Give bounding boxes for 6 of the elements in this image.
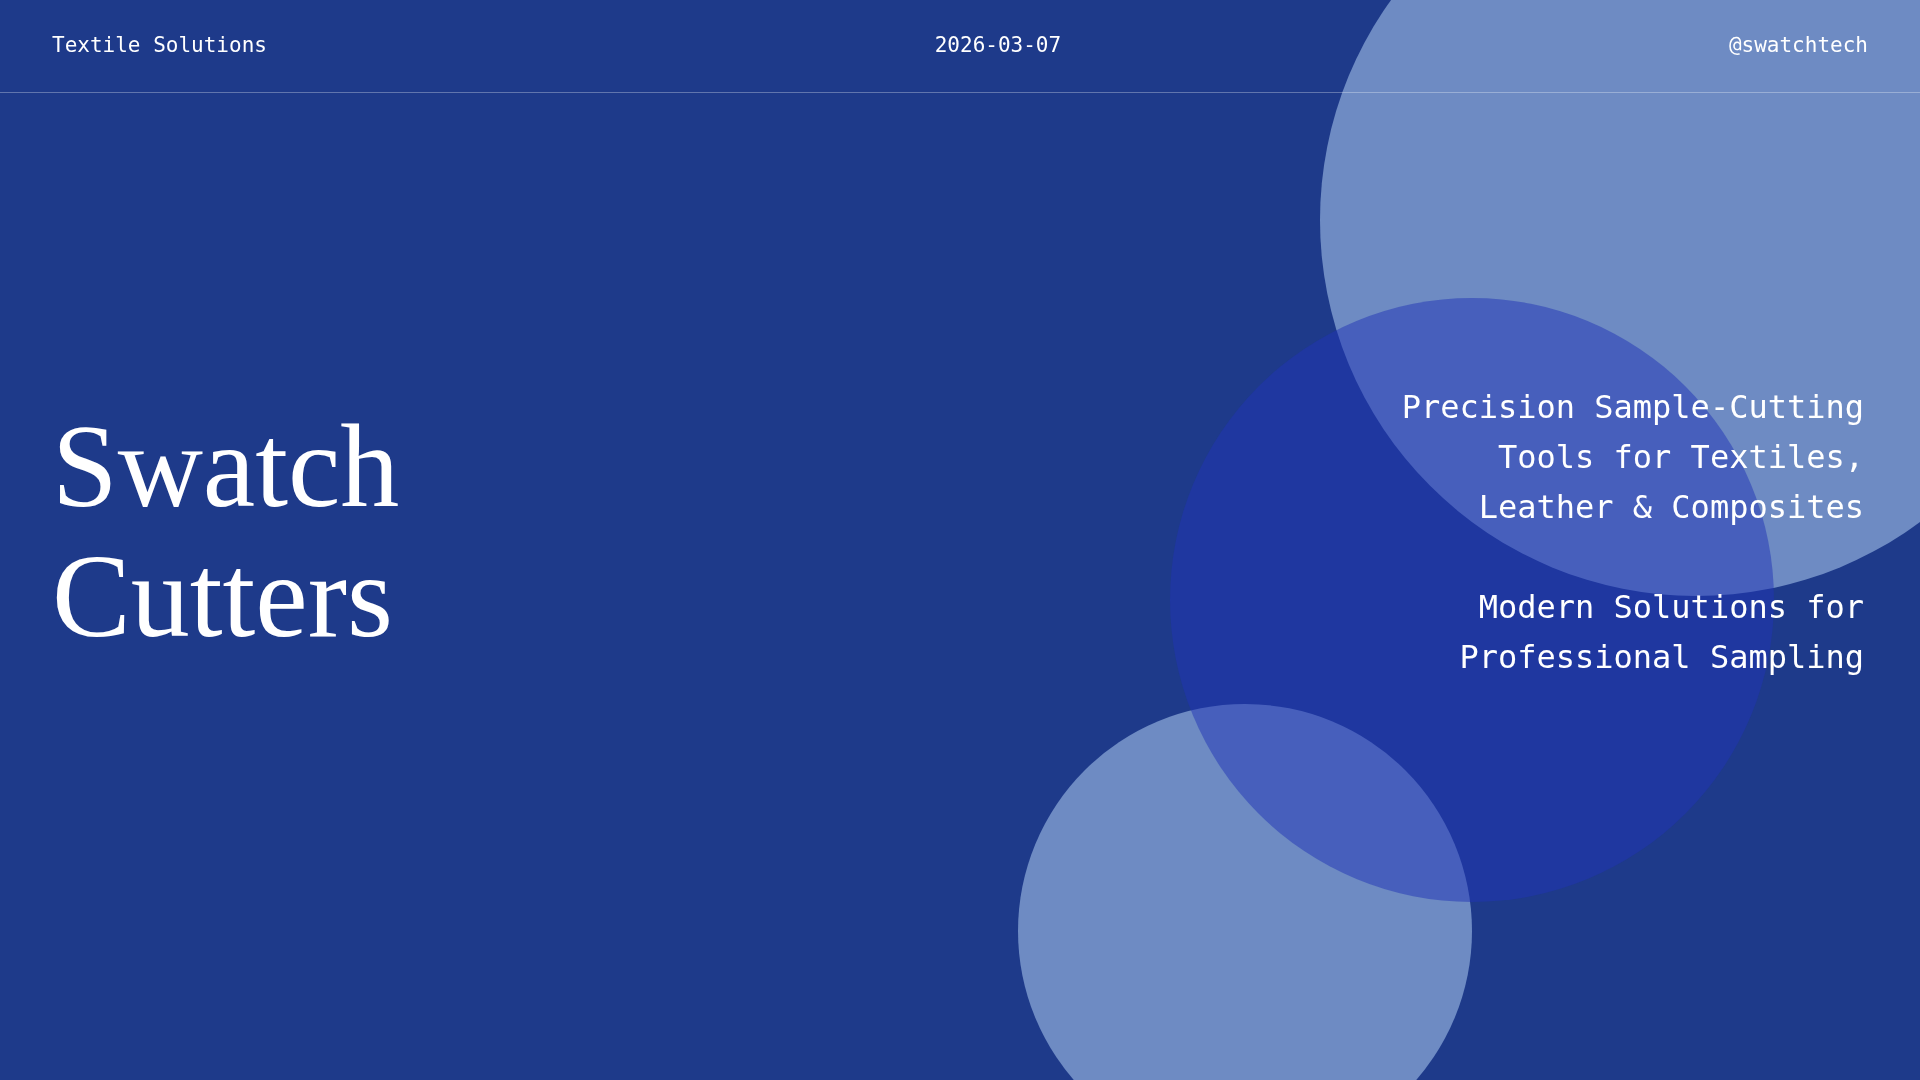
date-text: 2026-03-07 <box>934 32 1062 60</box>
social-handle: @swatchtech <box>1728 32 1868 60</box>
tagline: Modern Solutions for Professional Sampling <box>1458 586 1864 678</box>
title: Swatch Cutters <box>52 401 400 662</box>
tagline: Precision Sample-Cutting Tools for Textiles, Leather & Composites <box>1401 386 1864 528</box>
brand-name: Textile Solutions <box>52 32 267 60</box>
